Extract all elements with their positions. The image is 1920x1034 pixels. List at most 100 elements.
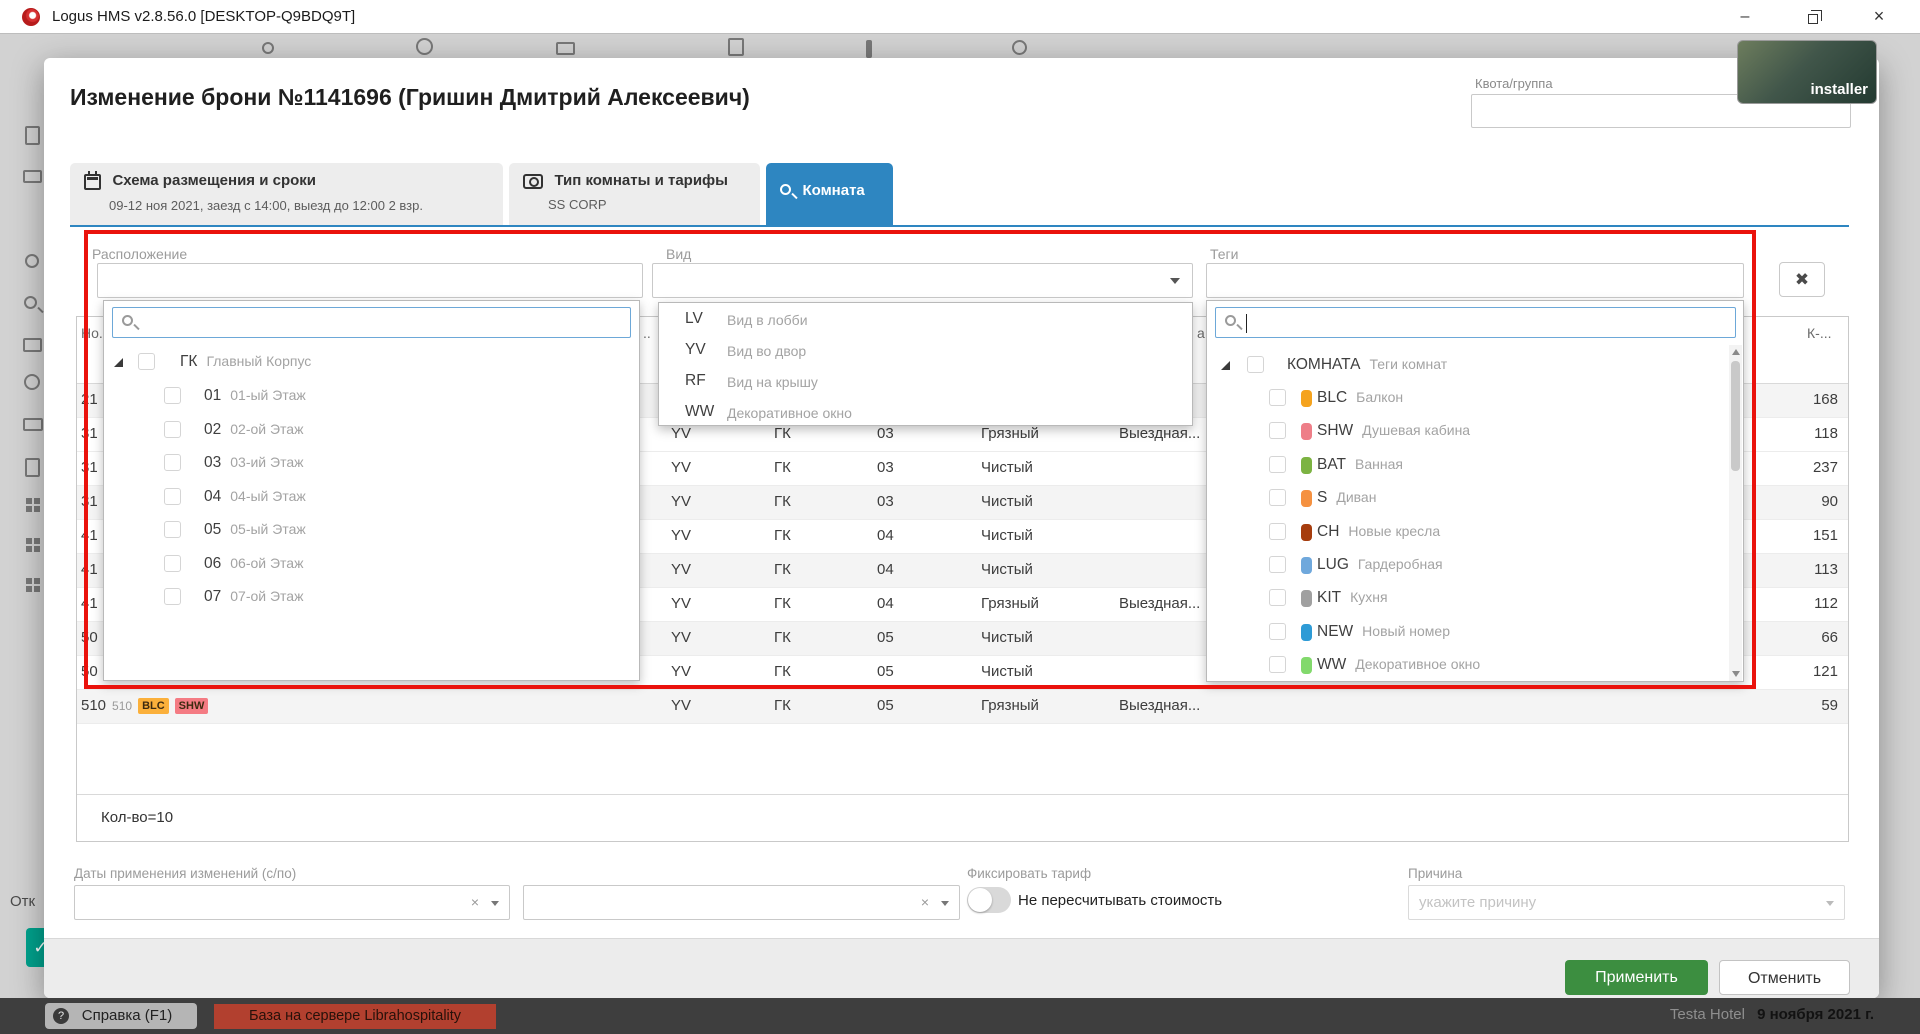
- checkbox[interactable]: [1269, 589, 1286, 606]
- reason-combobox[interactable]: укажите причину: [1408, 885, 1845, 920]
- chevron-down-icon[interactable]: [941, 901, 949, 906]
- date-to-input[interactable]: ×: [523, 885, 960, 920]
- scroll-down-icon[interactable]: [1732, 671, 1740, 677]
- location-floor-item[interactable]: 0202-ой Этаж: [104, 414, 639, 447]
- tag-item[interactable]: NEWНовый номер: [1207, 616, 1743, 649]
- tag-code: NEWНовый номер: [1317, 623, 1450, 641]
- cancel-button[interactable]: Отменить: [1719, 960, 1850, 995]
- tab-room[interactable]: Комната: [766, 163, 893, 225]
- tags-tree-root[interactable]: КОМНАТАТеги комнат: [1207, 349, 1743, 382]
- user-avatar[interactable]: installer: [1737, 40, 1877, 104]
- location-filter-input[interactable]: [97, 263, 643, 298]
- tag-code: BLCБалкон: [1317, 389, 1403, 407]
- checkbox[interactable]: [164, 421, 181, 438]
- checkbox[interactable]: [1269, 656, 1286, 673]
- view-name: Вид в лобби: [727, 312, 808, 328]
- table-row[interactable]: 510510BLCSHWYVГК05ГрязныйВыездная...59: [77, 690, 1848, 724]
- view-name: Декоративное окно: [727, 405, 852, 421]
- tag-item[interactable]: WWДекоративное окно: [1207, 649, 1743, 682]
- search-icon: [122, 315, 133, 326]
- checkbox[interactable]: [164, 387, 181, 404]
- floor-code: 0505-ый Этаж: [204, 521, 306, 539]
- close-button[interactable]: ×: [1856, 0, 1902, 33]
- location-floor-item[interactable]: 0505-ый Этаж: [104, 514, 639, 547]
- location-floor-item[interactable]: 0303-ий Этаж: [104, 447, 639, 480]
- checkbox[interactable]: [1269, 389, 1286, 406]
- tag-item[interactable]: BLCБалкон: [1207, 382, 1743, 415]
- reason-label: Причина: [1408, 866, 1462, 881]
- toolbar-icon-fragment: [866, 40, 872, 58]
- clear-filters-button[interactable]: ✖: [1779, 262, 1825, 297]
- building-cell: ГК: [774, 663, 791, 680]
- tab-room-type-rates[interactable]: Тип комнаты и тарифы SS CORP: [509, 163, 760, 225]
- checkbox[interactable]: [164, 555, 181, 572]
- column-header-qty[interactable]: К-...: [1807, 325, 1832, 341]
- checkbox[interactable]: [1269, 489, 1286, 506]
- floor-code: 0606-ой Этаж: [204, 555, 303, 573]
- floor-cell: 05: [877, 697, 894, 714]
- status-bar: ? Справка (F1) База на сервере Librahosp…: [0, 998, 1920, 1034]
- checkbox[interactable]: [164, 521, 181, 538]
- clear-icon[interactable]: ×: [471, 894, 479, 910]
- checkbox[interactable]: [1269, 456, 1286, 473]
- dialog-title: Изменение брони №1141696 (Гришин Дмитрий…: [70, 84, 750, 111]
- tag-item[interactable]: LUGГардеробная: [1207, 549, 1743, 582]
- location-tree-root[interactable]: ГКГлавный Корпус: [104, 346, 639, 379]
- checkbox[interactable]: [164, 588, 181, 605]
- view-code: YV: [685, 341, 706, 359]
- view-cell: YV: [671, 493, 691, 510]
- tag-name: Новый номер: [1362, 623, 1450, 639]
- location-floor-item[interactable]: 0404-ый Этаж: [104, 481, 639, 514]
- view-option[interactable]: LVВид в лобби: [659, 305, 1192, 336]
- checkbox[interactable]: [1269, 556, 1286, 573]
- help-button[interactable]: ? Справка (F1): [45, 1003, 197, 1029]
- collapse-triangle-icon[interactable]: [1221, 361, 1230, 370]
- checkbox[interactable]: [138, 353, 155, 370]
- sidebar-icon-fragment: [25, 126, 40, 145]
- checkbox[interactable]: [1269, 523, 1286, 540]
- tag-item[interactable]: BATВанная: [1207, 449, 1743, 482]
- window-title: Logus HMS v2.8.56.0 [DESKTOP-Q9BDQ9T]: [52, 8, 355, 25]
- fix-rate-toggle[interactable]: [967, 887, 1011, 913]
- floor-code: 0101-ый Этаж: [204, 387, 306, 405]
- minimize-button[interactable]: –: [1722, 0, 1768, 33]
- location-search-input[interactable]: [112, 307, 631, 338]
- scroll-up-icon[interactable]: [1732, 349, 1740, 355]
- scroll-thumb[interactable]: [1731, 361, 1740, 471]
- view-option[interactable]: RFВид на крышу: [659, 367, 1192, 398]
- checkbox[interactable]: [164, 488, 181, 505]
- apply-button[interactable]: Применить: [1565, 960, 1708, 995]
- scrollbar[interactable]: [1729, 345, 1742, 681]
- tag-item[interactable]: CHНовые кресла: [1207, 516, 1743, 549]
- sidebar-search-icon-fragment: [24, 296, 37, 309]
- tags-filter-input[interactable]: [1206, 263, 1744, 298]
- location-floor-item[interactable]: 0101-ый Этаж: [104, 380, 639, 413]
- tag-item[interactable]: SДиван: [1207, 482, 1743, 515]
- text-cursor: [1246, 314, 1247, 333]
- tag-item[interactable]: SHWДушевая кабина: [1207, 415, 1743, 448]
- view-option[interactable]: WWДекоративное окно: [659, 398, 1192, 429]
- toolbar-icon-fragment: [416, 38, 433, 55]
- location-floor-item[interactable]: 0707-ой Этаж: [104, 581, 639, 614]
- view-filter-combobox[interactable]: [652, 263, 1193, 298]
- collapse-triangle-icon[interactable]: [114, 358, 123, 367]
- checkbox[interactable]: [1269, 422, 1286, 439]
- checkbox[interactable]: [164, 454, 181, 471]
- view-option[interactable]: YVВид во двор: [659, 336, 1192, 367]
- current-date: 9 ноября 2021 г.: [1757, 1006, 1874, 1023]
- restore-icon: [1808, 14, 1818, 24]
- clear-icon[interactable]: ×: [921, 894, 929, 910]
- tab-placement-scheme[interactable]: Схема размещения и сроки 09-12 ноя 2021,…: [70, 163, 503, 225]
- column-header-fragment[interactable]: а: [1197, 325, 1205, 341]
- checkbox[interactable]: [1269, 623, 1286, 640]
- tags-search-input[interactable]: [1215, 307, 1736, 338]
- column-header-fragment[interactable]: ..: [643, 325, 651, 341]
- location-floor-item[interactable]: 0606-ой Этаж: [104, 548, 639, 581]
- tag-item[interactable]: KITКухня: [1207, 582, 1743, 615]
- checkbox[interactable]: [1247, 356, 1264, 373]
- tag-color-icon: [1301, 557, 1312, 574]
- dialog-footer: Применить Отменить: [44, 938, 1879, 998]
- chevron-down-icon[interactable]: [491, 901, 499, 906]
- restore-button[interactable]: [1790, 0, 1836, 33]
- date-from-input[interactable]: ×: [74, 885, 510, 920]
